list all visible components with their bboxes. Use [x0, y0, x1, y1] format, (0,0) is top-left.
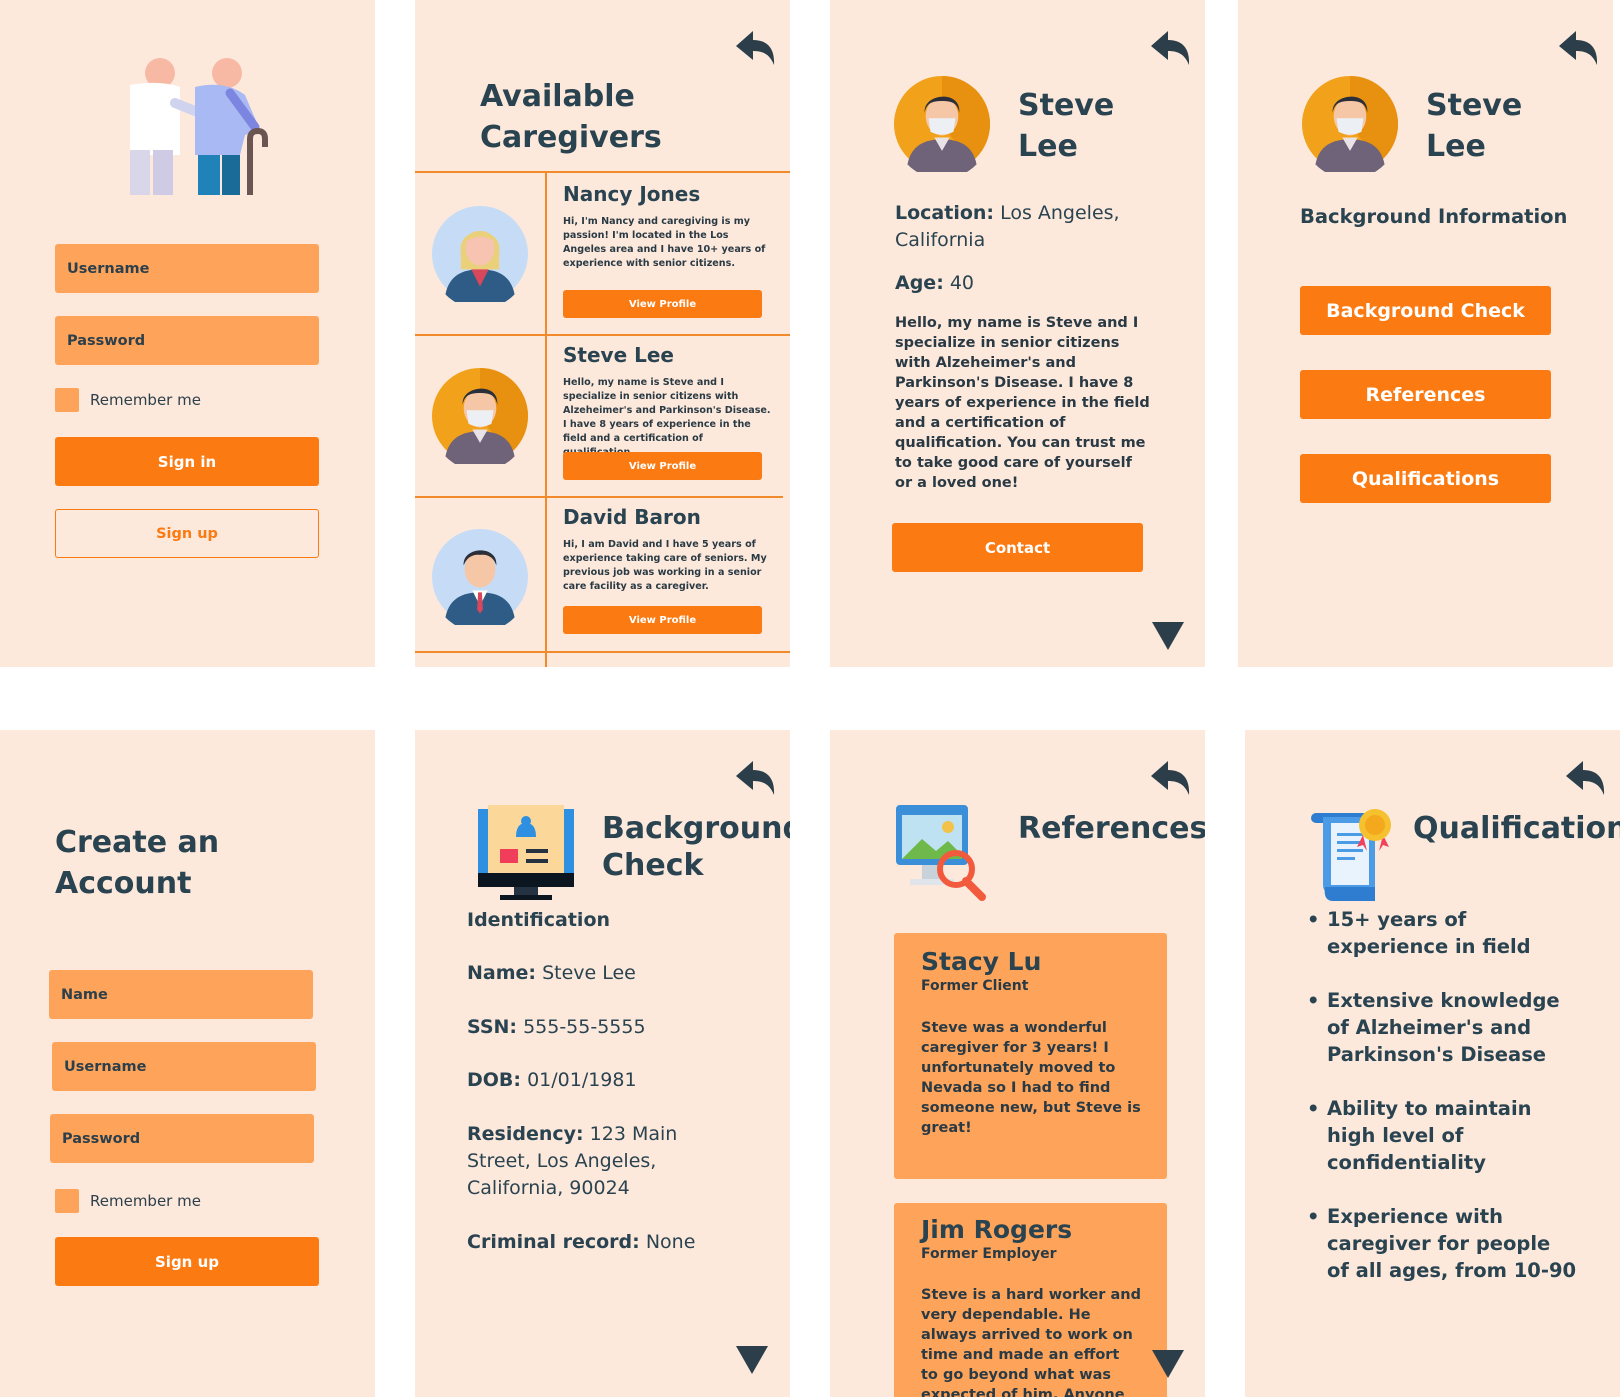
- page-title: Create an Account: [55, 825, 220, 901]
- signup-button[interactable]: Sign up: [55, 1237, 319, 1286]
- references-button[interactable]: References: [1300, 370, 1551, 419]
- name-input[interactable]: Name: [49, 970, 313, 1019]
- signup-button[interactable]: Sign up: [55, 509, 319, 558]
- view-profile-button[interactable]: View Profile: [563, 290, 762, 318]
- location-info: Location: Los Angeles, California: [895, 202, 1120, 251]
- reference-card: Stacy Lu Former Client Steve was a wonde…: [894, 933, 1167, 1179]
- ssn-info: SSN: 555-55-5555: [467, 1016, 646, 1038]
- criminal-record-info: Criminal record: None: [467, 1231, 696, 1253]
- scroll-down-icon[interactable]: [734, 1344, 770, 1376]
- profile-screen: Steve Lee Location: Los Angeles, Califor…: [830, 0, 1205, 667]
- name-info: Name: Steve Lee: [467, 962, 636, 984]
- steve-avatar: [432, 368, 528, 464]
- profile-name: Steve Lee: [1426, 88, 1523, 164]
- divider: [545, 171, 547, 667]
- back-arrow-icon[interactable]: [1556, 26, 1600, 70]
- list-item: Extensive knowledge of Alzheimer's and P…: [1307, 987, 1577, 1068]
- page-title: Background Check: [602, 811, 790, 883]
- steve-avatar: [894, 76, 990, 172]
- caregiver-name: Nancy Jones: [563, 182, 701, 206]
- list-item: 15+ years of experience in field: [1307, 906, 1577, 960]
- reference-text: Steve was a wonderful caregiver for 3 ye…: [921, 1020, 1141, 1136]
- nancy-avatar: [432, 206, 528, 302]
- remember-label: Remember me: [90, 1192, 201, 1210]
- remember-checkbox[interactable]: [55, 388, 79, 412]
- username-input[interactable]: Username: [52, 1042, 316, 1091]
- password-input[interactable]: Password: [55, 316, 319, 365]
- qualifications-screen: Qualifications 15+ years of experience i…: [1245, 730, 1620, 1397]
- background-check-button[interactable]: Background Check: [1300, 286, 1551, 335]
- dob-info: DOB: 01/01/1981: [467, 1069, 637, 1091]
- caregiver-description: Hi, I am David and I have 5 years of exp…: [563, 539, 767, 592]
- back-arrow-icon[interactable]: [733, 756, 777, 800]
- reference-text: Steve is a hard worker and very dependab…: [921, 1287, 1141, 1397]
- caregivers-screen: Available Caregivers Nancy Jones Hi, I'm…: [415, 0, 790, 667]
- back-arrow-icon[interactable]: [1148, 26, 1192, 70]
- page-title: References: [1018, 811, 1205, 846]
- background-info-screen: Steve Lee Background Information Backgro…: [1238, 0, 1613, 667]
- contact-button[interactable]: Contact: [892, 523, 1143, 572]
- list-item: Ability to maintain high level of confid…: [1307, 1095, 1577, 1176]
- scroll-down-icon[interactable]: [1150, 620, 1186, 652]
- certificate-icon: [1311, 809, 1391, 901]
- divider: [415, 496, 783, 498]
- view-profile-button[interactable]: View Profile: [563, 452, 762, 480]
- section-heading: Background Information: [1300, 205, 1568, 228]
- age-info: Age: 40: [895, 272, 975, 294]
- remember-checkbox[interactable]: [55, 1189, 79, 1213]
- caregiver-name: Steve Lee: [563, 343, 674, 367]
- qualifications-list: 15+ years of experience in field Extensi…: [1307, 906, 1577, 1311]
- divider: [415, 171, 790, 173]
- background-check-icon: [478, 805, 574, 900]
- caregiver-name: David Baron: [563, 505, 701, 529]
- david-avatar: [432, 529, 528, 625]
- caregiver-description: Hi, I'm Nancy and caregiving is my passi…: [563, 216, 766, 269]
- back-arrow-icon[interactable]: [1148, 756, 1192, 800]
- profile-name: Steve Lee: [1018, 88, 1115, 164]
- username-input[interactable]: Username: [55, 244, 319, 293]
- list-item: Experience with caregiver for people of …: [1307, 1203, 1577, 1284]
- steve-avatar: [1302, 76, 1398, 172]
- login-screen: Username Password Remember me Sign in Si…: [0, 0, 375, 667]
- references-screen: References Stacy Lu Former Client Steve …: [830, 730, 1205, 1397]
- page-title: Qualifications: [1413, 811, 1620, 846]
- view-profile-button[interactable]: View Profile: [563, 606, 762, 634]
- scroll-down-icon[interactable]: [1150, 1348, 1186, 1380]
- reference-card: Jim Rogers Former Employer Steve is a ha…: [894, 1203, 1167, 1397]
- back-arrow-icon[interactable]: [1563, 756, 1607, 800]
- divider: [415, 651, 790, 653]
- reference-role: Former Client: [921, 978, 1029, 994]
- reference-role: Former Employer: [921, 1246, 1057, 1262]
- back-arrow-icon[interactable]: [733, 26, 777, 70]
- signin-button[interactable]: Sign in: [55, 437, 319, 486]
- qualifications-button[interactable]: Qualifications: [1300, 454, 1551, 503]
- caregiver-illustration-icon: [130, 58, 268, 195]
- caregiver-description: Hello, my name is Steve and I specialize…: [563, 377, 771, 458]
- profile-bio: Hello, my name is Steve and I specialize…: [895, 315, 1150, 491]
- password-input[interactable]: Password: [50, 1114, 314, 1163]
- section-heading: Identification: [467, 909, 611, 931]
- divider: [415, 334, 790, 336]
- references-icon: [896, 805, 986, 901]
- remember-label: Remember me: [90, 391, 201, 409]
- residency-info: Residency: 123 Main Street, Los Angeles,…: [467, 1123, 678, 1199]
- background-check-screen: Background Check Identification Name: St…: [415, 730, 790, 1397]
- reference-name: Jim Rogers: [921, 1215, 1073, 1244]
- reference-name: Stacy Lu: [921, 947, 1042, 976]
- page-title: Available Caregivers: [480, 79, 662, 155]
- create-account-screen: Create an Account Name Username Password…: [0, 730, 375, 1397]
